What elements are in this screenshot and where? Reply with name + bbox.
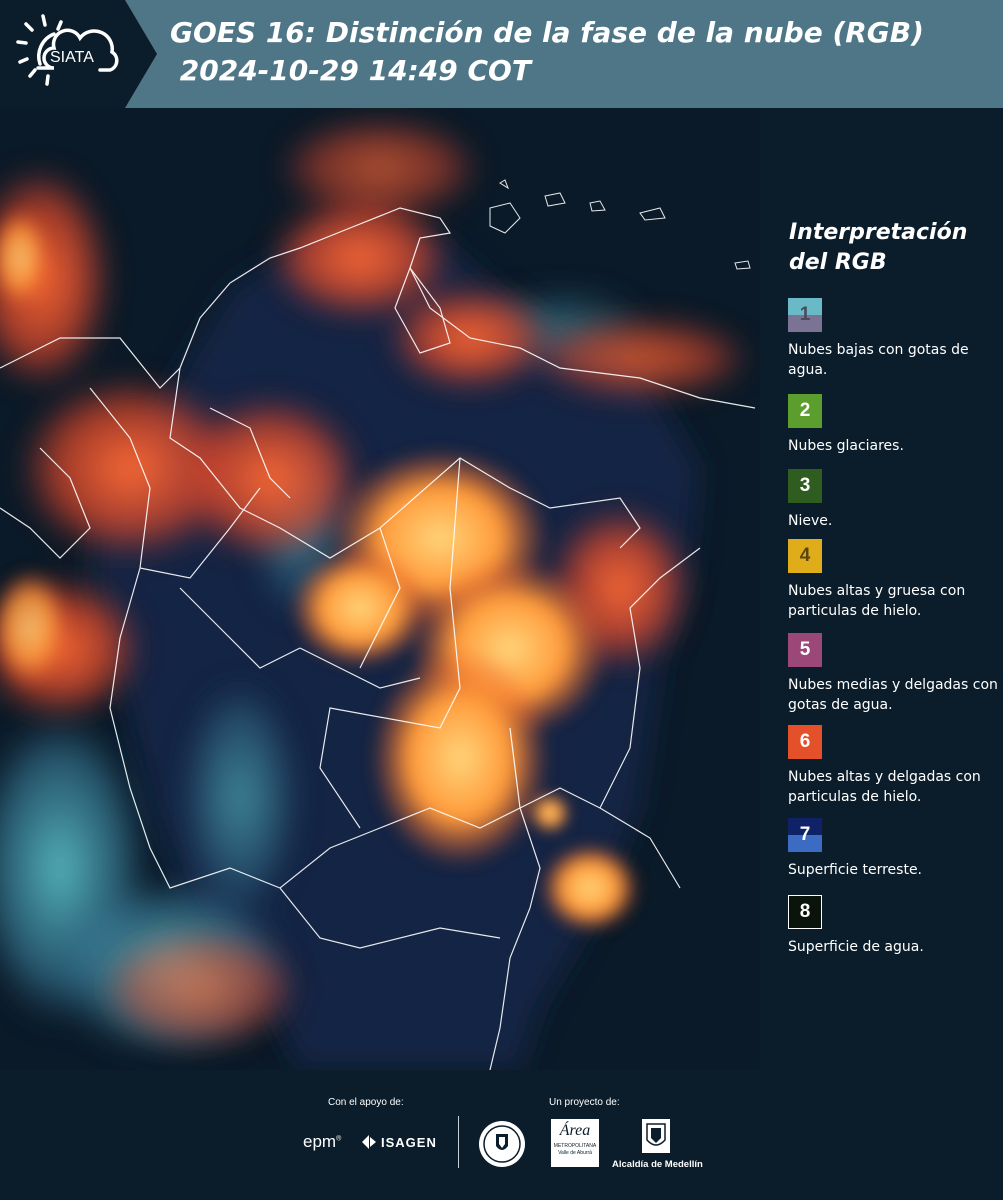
legend-label-5: Nubes medias y delgadas con gotas de agu… [788, 677, 998, 713]
title-line-1: GOES 16: Distinción de la fase de la nub… [170, 16, 924, 49]
area-logo-subtext-2: Valle de Aburrá [558, 1150, 592, 1156]
area-logo-subtext: METROPOLITANA [553, 1143, 597, 1149]
legend-item-6: 6 Nubes altas y delgadas con particulas … [788, 725, 1003, 807]
legend-number-5: 5 [799, 639, 811, 660]
legend-number-2: 2 [799, 400, 811, 421]
legend-number-7: 7 [799, 824, 811, 845]
siata-logo: SIATA [16, 14, 119, 86]
title-line-2: 2024-10-29 14:49 COT [170, 54, 531, 87]
legend-swatch-7: 7 [788, 818, 822, 852]
satellite-map [0, 108, 760, 1070]
legend-item-8: 8 Superficie de agua. [788, 895, 1003, 957]
legend-swatch-4: 4 [788, 539, 822, 573]
legend-label-7: Superficie terreste. [788, 862, 923, 878]
legend-swatch-8: 8 [788, 895, 822, 929]
logo-panel-arrow [125, 0, 157, 108]
support-label: Con el apoyo de: [328, 1097, 404, 1108]
legend-swatch-1: 1 [788, 298, 822, 332]
legend-swatch-2: 2 [788, 394, 822, 428]
legend-item-4: 4 Nubes altas y gruesa con particulas de… [788, 539, 1003, 621]
footer-divider [458, 1116, 459, 1168]
legend-number-8: 8 [799, 901, 811, 922]
isagen-mark-icon [362, 1135, 376, 1149]
legend-label-6: Nubes altas y delgadas con particulas de… [788, 769, 981, 805]
legend-number-3: 3 [799, 475, 811, 496]
legend-title: Interpretación del RGB [789, 218, 967, 278]
legend-swatch-5: 5 [788, 633, 822, 667]
header-bar: SIATA GOES 16: Distinción de la fase de … [0, 0, 1003, 108]
legend-item-1: 1 Nubes bajas con gotas de agua. [788, 298, 1003, 380]
epm-logo: epm® [303, 1132, 342, 1151]
legend-label-1: Nubes bajas con gotas de agua. [788, 342, 969, 378]
legend-item-7: 7 Superficie terreste. [788, 818, 1003, 880]
alcaldia-logo-text: Alcaldía de Medellín [612, 1159, 703, 1170]
legend-title-line-1: Interpretación [789, 220, 968, 245]
legend-label-3: Nieve. [788, 513, 833, 529]
legend-item-2: 2 Nubes glaciares. [788, 394, 1003, 456]
epm-logo-text: epm [303, 1132, 337, 1151]
legend-number-1: 1 [799, 304, 811, 325]
siata-logo-text: SIATA [50, 49, 94, 66]
project-label: Un proyecto de: [549, 1097, 620, 1108]
page-title: GOES 16: Distinción de la fase de la nub… [170, 14, 924, 90]
legend-number-4: 4 [799, 545, 811, 566]
footer: Con el apoyo de: Un proyecto de: epm® IS… [0, 1070, 1003, 1200]
legend-number-6: 6 [799, 731, 811, 752]
area-logo-text: Área [559, 1122, 591, 1139]
isagen-logo: ISAGEN [360, 1133, 437, 1151]
legend-label-2: Nubes glaciares. [788, 438, 904, 454]
area-metropolitana-logo: Área METROPOLITANA Valle de Aburrá [551, 1119, 599, 1167]
legend-title-line-2: del RGB [789, 250, 887, 275]
rgb-cloud-phase-image [0, 108, 760, 1070]
legend-item-3: 3 Nieve. [788, 469, 1003, 531]
university-seal-icon [479, 1121, 525, 1167]
legend-label-8: Superficie de agua. [788, 939, 924, 955]
alcaldia-shield-icon [642, 1119, 670, 1153]
legend-label-4: Nubes altas y gruesa con particulas de h… [788, 583, 966, 619]
legend-swatch-3: 3 [788, 469, 822, 503]
isagen-logo-text: ISAGEN [381, 1134, 437, 1150]
legend-swatch-6: 6 [788, 725, 822, 759]
legend-panel: Interpretación del RGB 1 Nubes bajas con… [776, 108, 1003, 1070]
legend-item-5: 5 Nubes medias y delgadas con gotas de a… [788, 633, 1003, 715]
